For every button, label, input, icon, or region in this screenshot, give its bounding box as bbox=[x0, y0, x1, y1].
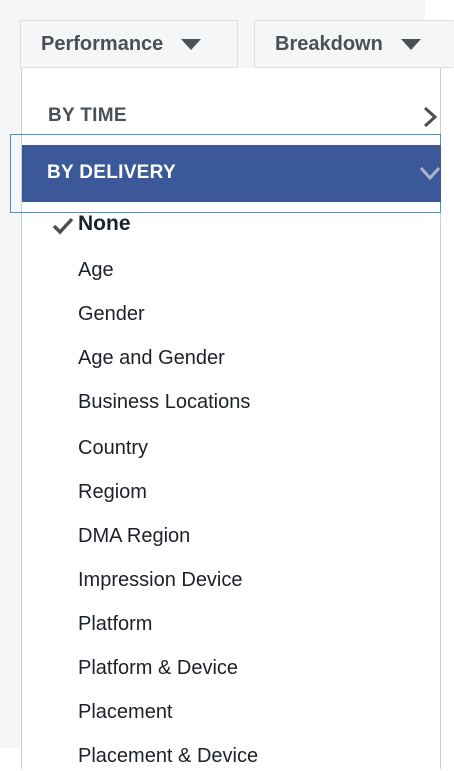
option-impression-device[interactable]: Impression Device bbox=[78, 565, 243, 595]
by-time-label: BY TIME bbox=[48, 105, 127, 126]
option-gender[interactable]: Gender bbox=[78, 299, 145, 329]
checkmark-icon bbox=[52, 217, 74, 235]
breakdown-label: Breakdown bbox=[275, 32, 383, 55]
option-region[interactable]: Regiom bbox=[78, 477, 147, 507]
performance-dropdown-button[interactable]: Performance bbox=[20, 20, 238, 68]
chevron-right-icon bbox=[423, 106, 438, 128]
breakdown-dropdown-button[interactable]: Breakdown bbox=[254, 20, 454, 68]
option-platform[interactable]: Platform bbox=[78, 609, 152, 639]
option-dma-region[interactable]: DMA Region bbox=[78, 521, 190, 551]
section-by-time[interactable]: BY TIME bbox=[22, 96, 440, 136]
option-business-locations[interactable]: Business Locations bbox=[78, 387, 250, 417]
option-age[interactable]: Age bbox=[78, 255, 114, 285]
caret-down-icon bbox=[400, 38, 421, 50]
by-delivery-label: BY DELIVERY bbox=[47, 162, 176, 183]
option-country[interactable]: Country bbox=[78, 433, 148, 463]
option-placement[interactable]: Placement bbox=[78, 697, 173, 727]
option-platform-and-device[interactable]: Platform & Device bbox=[78, 653, 238, 683]
chevron-down-icon bbox=[419, 166, 441, 181]
option-age-and-gender[interactable]: Age and Gender bbox=[78, 343, 225, 373]
option-none[interactable]: None bbox=[78, 209, 131, 239]
section-by-delivery[interactable]: BY DELIVERY bbox=[22, 145, 441, 202]
option-placement-and-device[interactable]: Placement & Device bbox=[78, 741, 258, 771]
performance-label: Performance bbox=[41, 32, 164, 55]
caret-down-icon bbox=[181, 38, 202, 50]
